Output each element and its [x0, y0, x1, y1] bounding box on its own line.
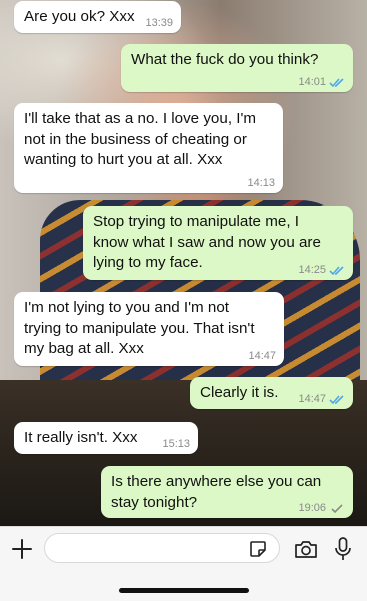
read-ticks-icon: [329, 394, 344, 404]
delivered-tick-icon: [331, 503, 343, 513]
read-ticks-icon: [329, 77, 344, 87]
message-bubble-outgoing[interactable]: What the fuck do you think? 14:01: [121, 44, 353, 92]
message-input[interactable]: [44, 533, 280, 563]
message-bubble-outgoing[interactable]: Stop trying to manipulate me, I know wha…: [83, 206, 353, 280]
read-ticks-icon: [329, 265, 344, 275]
chat-wallpaper: Are you ok? Xxx 13:39 What the fuck do y…: [0, 0, 367, 526]
message-meta: 14:13: [247, 177, 275, 189]
message-time: 14:01: [298, 76, 326, 88]
message-meta: 14:47: [248, 350, 276, 362]
message-time: 13:39: [145, 17, 173, 29]
message-bubble-incoming[interactable]: I'm not lying to you and I'm not trying …: [14, 292, 284, 366]
message-meta: 14:01: [298, 76, 345, 88]
message-meta: 14:25: [298, 264, 345, 276]
message-time: 19:06: [298, 502, 326, 514]
message-text: I'll take that as a no. I love you, I'm …: [24, 110, 257, 168]
message-bubble-incoming[interactable]: I'll take that as a no. I love you, I'm …: [14, 103, 283, 193]
message-meta: 14:47: [298, 393, 345, 405]
plus-icon[interactable]: [10, 537, 34, 561]
message-meta: 13:39: [145, 17, 173, 29]
message-text: What the fuck do you think?: [131, 51, 319, 68]
message-time: 14:13: [247, 177, 275, 189]
camera-icon[interactable]: [293, 538, 319, 560]
sticker-icon[interactable]: [248, 539, 268, 559]
message-time: 14:25: [298, 264, 326, 276]
message-time: 15:13: [162, 438, 190, 450]
home-indicator[interactable]: [119, 588, 249, 593]
message-bubble-incoming[interactable]: It really isn't. Xxx 15:13: [14, 422, 198, 454]
microphone-icon[interactable]: [334, 536, 352, 562]
message-time: 14:47: [298, 393, 326, 405]
message-bubble-incoming[interactable]: Are you ok? Xxx 13:39: [14, 1, 181, 33]
message-meta: 19:06: [298, 502, 345, 514]
message-meta: 15:13: [162, 438, 190, 450]
message-bubble-outgoing[interactable]: Clearly it is. 14:47: [190, 377, 353, 409]
message-text: I'm not lying to you and I'm not trying …: [24, 299, 255, 357]
message-bubble-outgoing[interactable]: Is there anywhere else you can stay toni…: [101, 466, 353, 518]
message-time: 14:47: [248, 350, 276, 362]
